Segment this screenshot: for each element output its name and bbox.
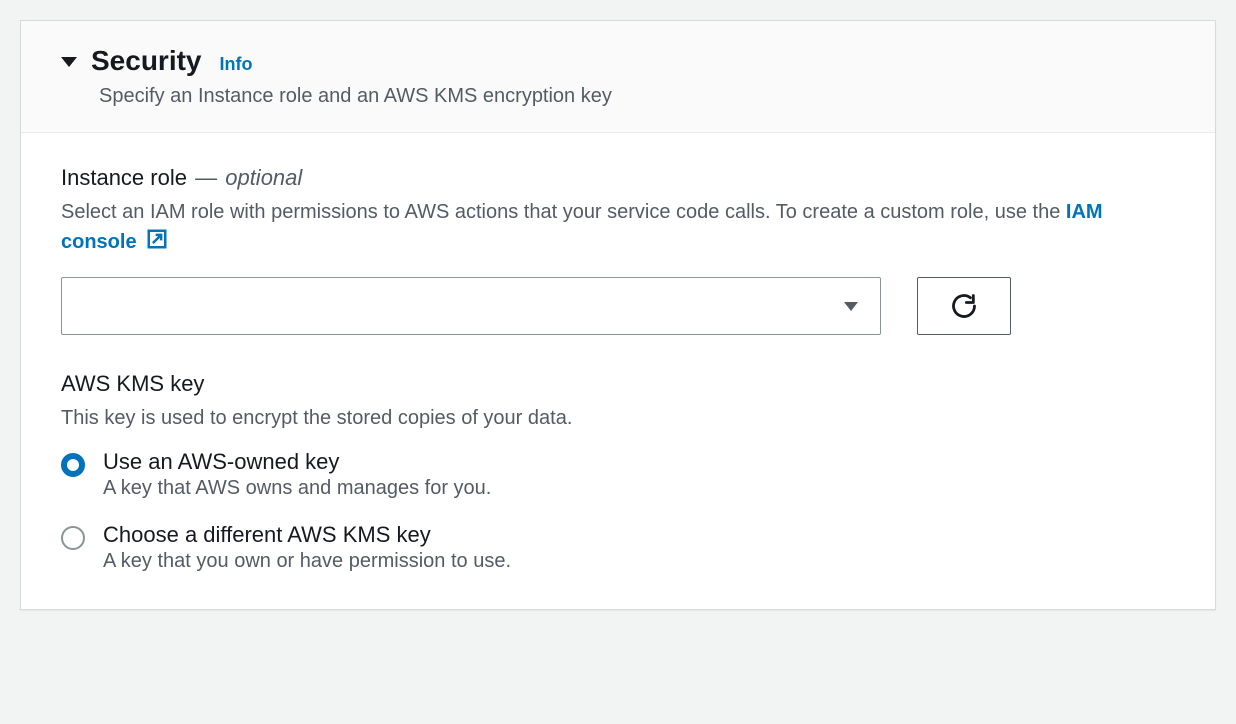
kms-key-group: AWS KMS key This key is used to encrypt … xyxy=(61,371,1175,573)
kms-option-choose-different-text: Choose a different AWS KMS key A key tha… xyxy=(103,522,511,573)
radio-selected-icon xyxy=(61,453,85,477)
instance-role-select-row xyxy=(61,277,1175,335)
kms-option-aws-owned[interactable]: Use an AWS-owned key A key that AWS owns… xyxy=(61,449,1175,500)
instance-role-label: Instance role — optional xyxy=(61,165,1175,191)
label-dash: — xyxy=(195,165,223,190)
refresh-icon xyxy=(950,292,978,320)
panel-body: Instance role — optional Select an IAM r… xyxy=(21,133,1215,609)
kms-option-aws-owned-label: Use an AWS-owned key xyxy=(103,449,491,475)
instance-role-select[interactable] xyxy=(61,277,881,335)
info-link[interactable]: Info xyxy=(220,54,253,75)
security-panel-header: Security Info Specify an Instance role a… xyxy=(21,21,1215,133)
kms-option-choose-different[interactable]: Choose a different AWS KMS key A key tha… xyxy=(61,522,1175,573)
instance-role-desc-text: Select an IAM role with permissions to A… xyxy=(61,201,1066,223)
instance-role-description: Select an IAM role with permissions to A… xyxy=(61,197,1141,259)
kms-key-label: AWS KMS key xyxy=(61,371,1175,397)
panel-subtitle: Specify an Instance role and an AWS KMS … xyxy=(99,85,1175,108)
chevron-down-icon xyxy=(844,302,858,311)
kms-key-description: This key is used to encrypt the stored c… xyxy=(61,403,1141,433)
header-title-row: Security Info xyxy=(61,45,1175,77)
panel-title: Security xyxy=(91,45,202,77)
radio-unselected-icon xyxy=(61,526,85,550)
kms-option-choose-different-desc: A key that you own or have permission to… xyxy=(103,550,511,573)
kms-option-aws-owned-text: Use an AWS-owned key A key that AWS owns… xyxy=(103,449,491,500)
security-panel: Security Info Specify an Instance role a… xyxy=(20,20,1216,610)
refresh-button[interactable] xyxy=(917,277,1011,335)
kms-option-aws-owned-desc: A key that AWS owns and manages for you. xyxy=(103,477,491,500)
instance-role-label-text: Instance role xyxy=(61,165,187,190)
collapse-caret-icon[interactable] xyxy=(61,57,77,67)
optional-tag: optional xyxy=(225,165,302,190)
kms-option-choose-different-label: Choose a different AWS KMS key xyxy=(103,522,511,548)
external-link-icon xyxy=(146,228,168,259)
instance-role-group: Instance role — optional Select an IAM r… xyxy=(61,165,1175,335)
